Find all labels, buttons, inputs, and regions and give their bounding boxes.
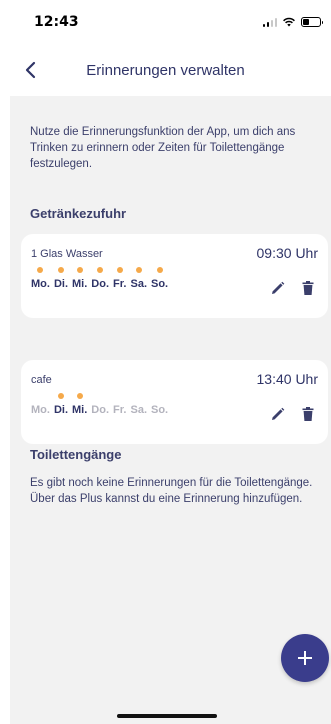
day-mi: Mi. bbox=[72, 267, 87, 290]
edit-button[interactable] bbox=[270, 406, 286, 422]
section-title-drinks: Getränkezufuhr bbox=[30, 206, 127, 221]
day-so: So. bbox=[151, 404, 169, 416]
weekday-list: Mo. Di. Mi. Do. Fr. Sa. So. bbox=[31, 267, 168, 290]
reminder-time: 09:30 Uhr bbox=[256, 245, 318, 261]
reminder-name: 1 Glas Wasser bbox=[31, 248, 103, 260]
day-sa: Sa. bbox=[130, 267, 147, 290]
back-button[interactable] bbox=[18, 58, 42, 82]
chevron-left-icon bbox=[25, 61, 36, 79]
weekday-list: Mo. Di. Mi. Do. Fr. Sa. So. bbox=[31, 393, 169, 416]
day-do: Do. bbox=[91, 404, 110, 416]
status-time: 12:43 bbox=[34, 14, 79, 30]
empty-state-text: Es gibt noch keine Erinnerungen für die … bbox=[30, 477, 313, 505]
status-icons bbox=[262, 17, 323, 27]
delete-button[interactable] bbox=[300, 280, 316, 296]
nav-bar: Erinnerungen verwalten bbox=[0, 44, 331, 96]
page-title: Erinnerungen verwalten bbox=[86, 61, 245, 79]
day-fr: Fr. bbox=[113, 267, 126, 290]
trash-icon bbox=[302, 281, 314, 295]
reminder-card[interactable]: 1 Glas Wasser 09:30 Uhr Mo. Di. Mi. Do. … bbox=[21, 234, 328, 318]
day-di: Di. bbox=[54, 267, 68, 290]
edit-icon bbox=[272, 281, 285, 294]
main-content: Nutze die Erinnerungsfunktion der App, u… bbox=[10, 96, 331, 724]
battery-icon bbox=[301, 17, 323, 27]
day-mo: Mo. bbox=[31, 404, 50, 416]
status-bar: 12:43 bbox=[0, 0, 331, 44]
day-mi: Mi. bbox=[72, 393, 87, 416]
reminder-card[interactable]: cafe 13:40 Uhr Mo. Di. Mi. Do. Fr. Sa. S… bbox=[21, 360, 328, 444]
day-fr: Fr. bbox=[113, 404, 127, 416]
intro-text: Nutze die Erinnerungsfunktion der App, u… bbox=[30, 126, 296, 170]
reminder-name: cafe bbox=[31, 374, 52, 386]
wifi-icon bbox=[283, 17, 295, 27]
reminder-time: 13:40 Uhr bbox=[256, 371, 318, 387]
signal-icon bbox=[262, 17, 277, 27]
add-reminder-button[interactable] bbox=[281, 634, 329, 682]
card-actions bbox=[270, 406, 316, 422]
section-title-toilet: Toilettengänge bbox=[30, 447, 122, 462]
trash-icon bbox=[302, 407, 314, 421]
edit-icon bbox=[272, 407, 285, 420]
day-so: So. bbox=[151, 267, 168, 290]
card-actions bbox=[270, 280, 316, 296]
day-do: Do. bbox=[91, 267, 109, 290]
home-indicator bbox=[117, 714, 217, 718]
day-di: Di. bbox=[54, 393, 68, 416]
delete-button[interactable] bbox=[300, 406, 316, 422]
day-sa: Sa. bbox=[130, 404, 147, 416]
plus-icon bbox=[298, 651, 312, 665]
day-mo: Mo. bbox=[31, 267, 50, 290]
edit-button[interactable] bbox=[270, 280, 286, 296]
